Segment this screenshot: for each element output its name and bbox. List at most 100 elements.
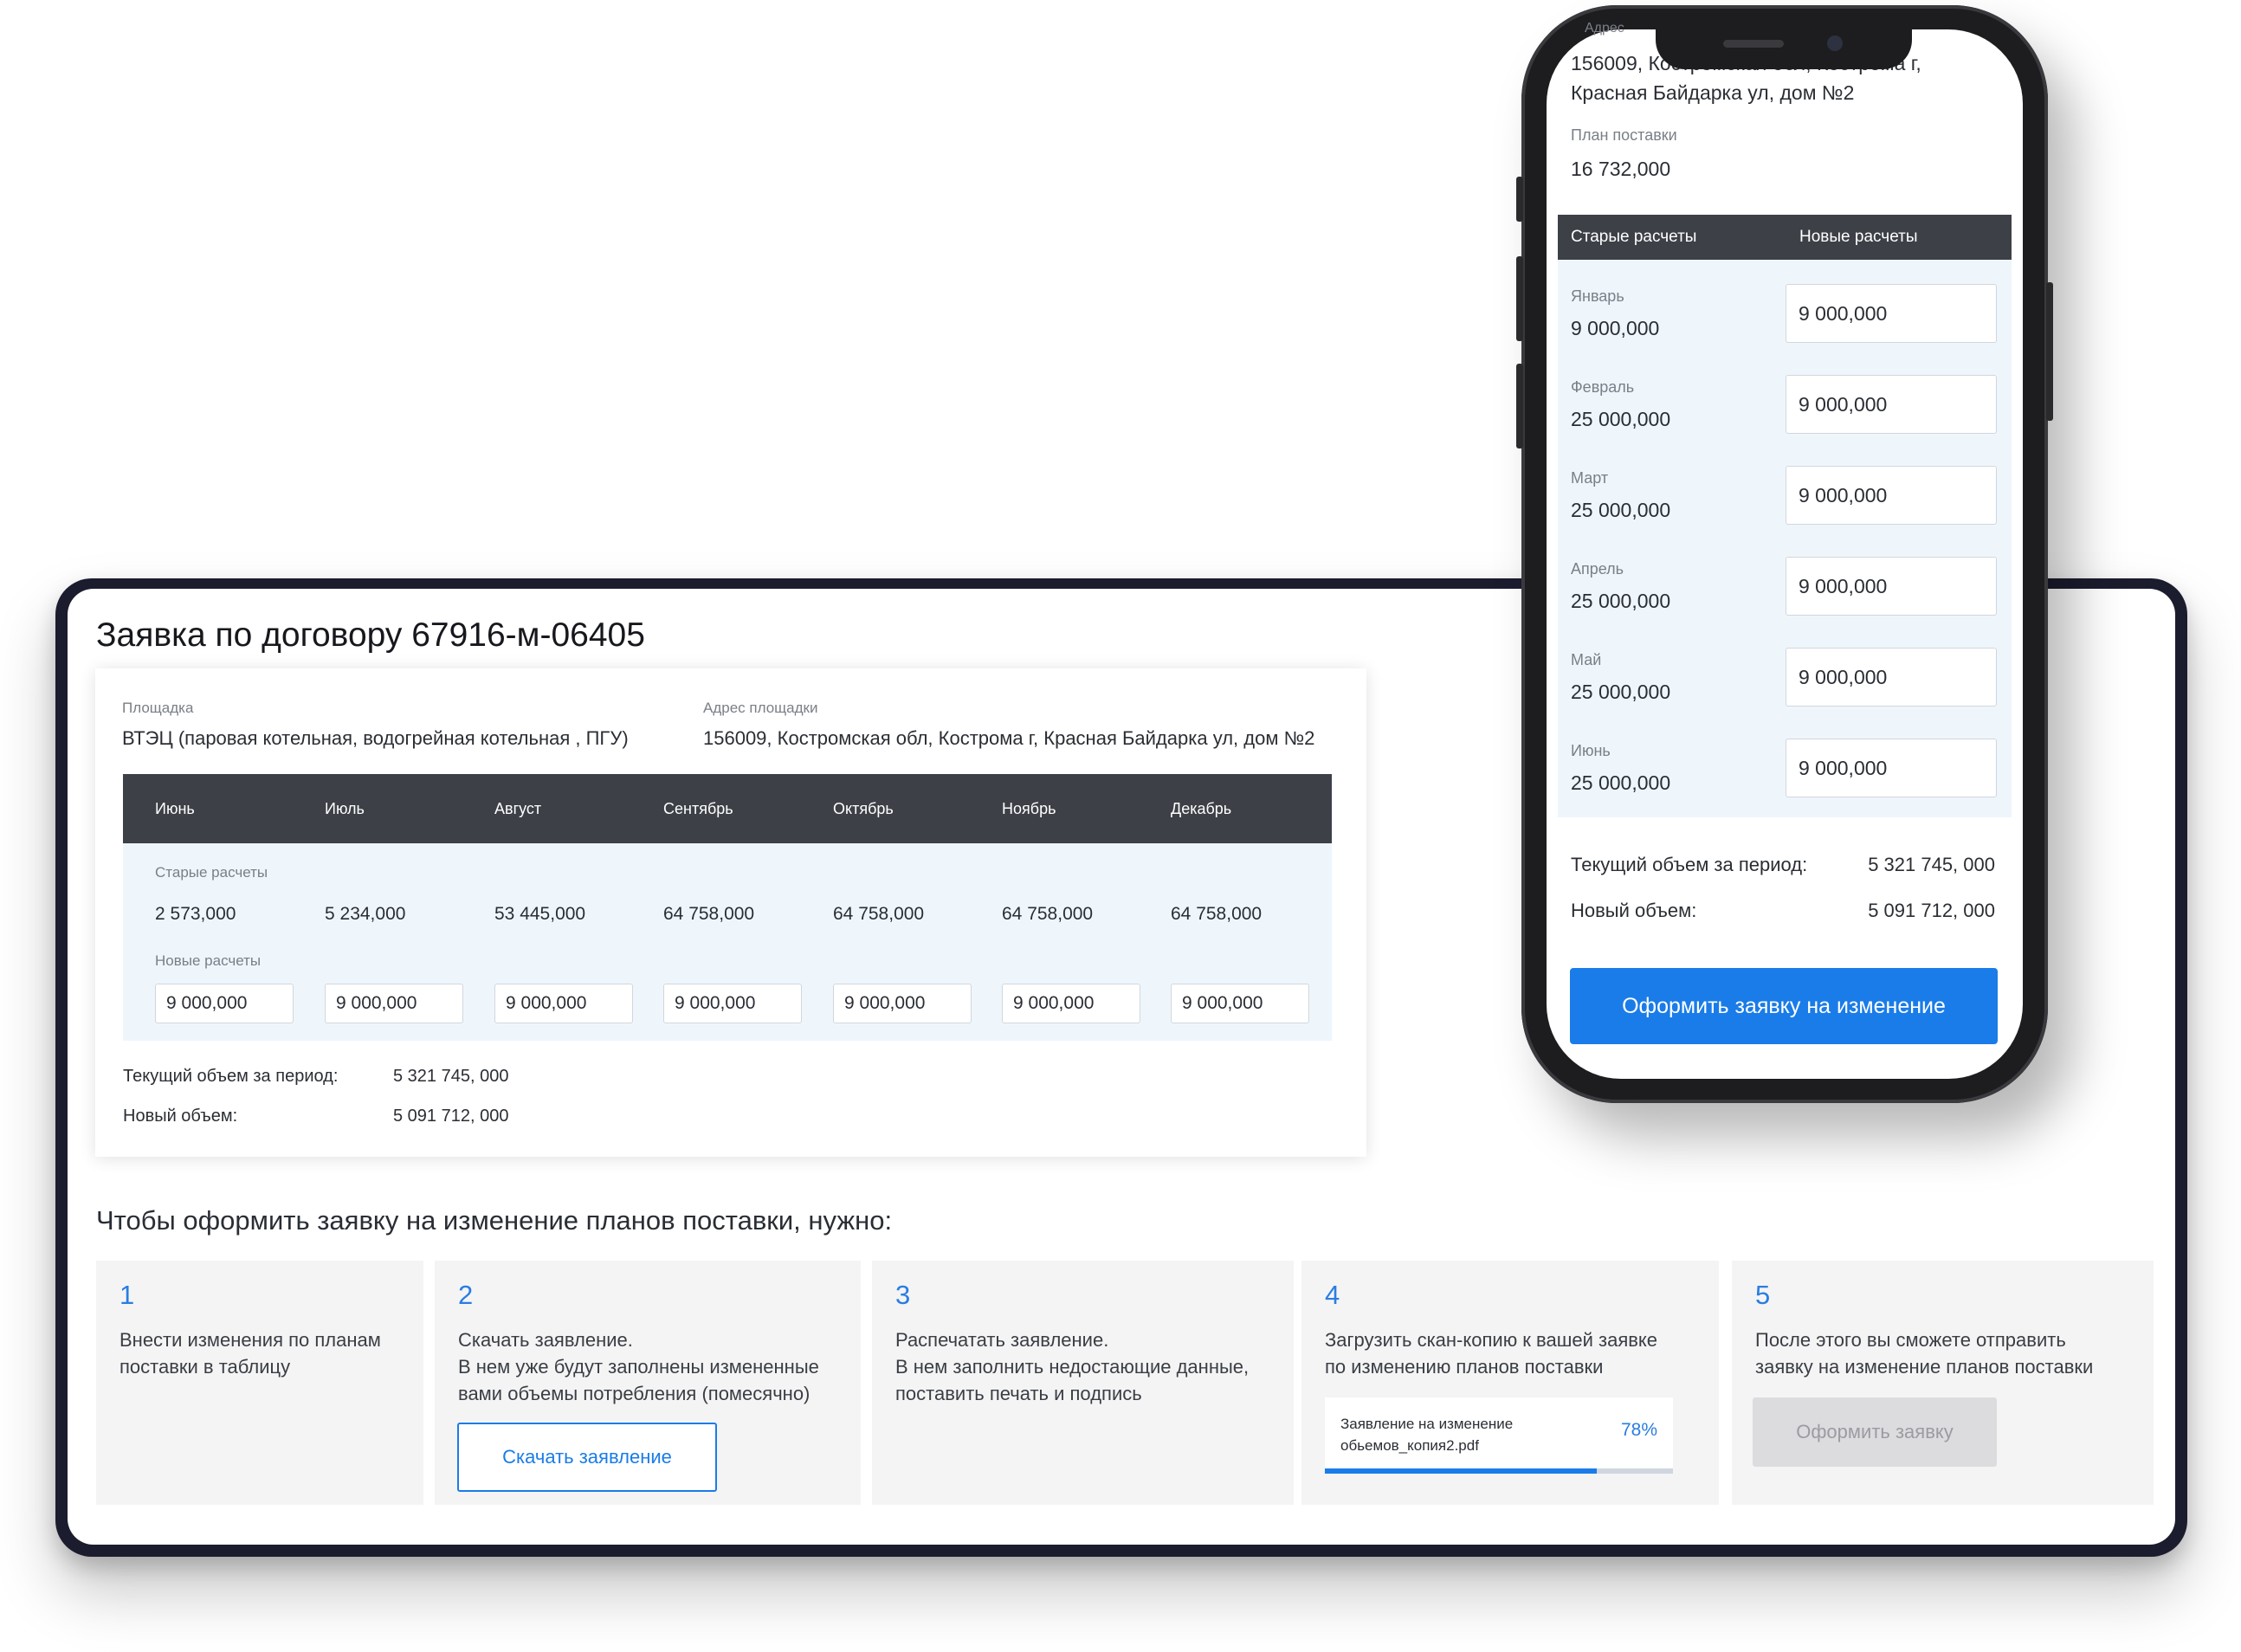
new-calc-label: Новые расчеты	[155, 952, 262, 969]
download-application-button[interactable]: Скачать заявление	[457, 1423, 717, 1492]
new-value-input[interactable]: 9 000,000	[155, 984, 294, 1023]
step-number: 5	[1755, 1280, 1771, 1310]
row-new-input[interactable]: 9 000,000	[1786, 648, 1997, 707]
upload-percent: 78%	[1620, 1420, 1657, 1440]
row-month: Июнь	[1571, 742, 1611, 759]
new-value-input[interactable]: 9 000,000	[833, 984, 972, 1023]
row-old-value: 25 000,000	[1571, 771, 1671, 794]
page-title: Заявка по договору 67916-м-06405	[96, 616, 645, 654]
phone-camera	[1827, 35, 1843, 51]
step-number: 4	[1325, 1280, 1340, 1310]
steps-heading: Чтобы оформить заявку на изменение плано…	[96, 1205, 893, 1236]
step-description: Внести изменения по планам поставки в та…	[119, 1326, 381, 1380]
phone-new-volume-label: Новый объем:	[1571, 900, 1697, 921]
old-value: 64 758,000	[1171, 904, 1263, 924]
new-volume-label: Новый объем:	[123, 1107, 238, 1126]
months-table-header: Июнь Июль Август Сентябрь Октябрь Ноябрь…	[123, 774, 1332, 843]
phone-address-label: Адрес	[1585, 21, 1624, 35]
row-new-input[interactable]: 9 000,000	[1786, 739, 1997, 797]
step-description: После этого вы сможете отправить заявку …	[1755, 1326, 2093, 1380]
phone-address-line: Красная Байдарка ул, дом №2	[1571, 81, 1855, 104]
row-old-value: 25 000,000	[1571, 499, 1671, 521]
month-header: Декабрь	[1171, 800, 1232, 817]
month-header: Август	[494, 800, 542, 817]
step-card-1: 1 Внести изменения по планам поставки в …	[96, 1261, 423, 1505]
old-value: 2 573,000	[155, 904, 236, 924]
site-label: Площадка	[122, 700, 194, 716]
upload-progress-track	[1325, 1468, 1673, 1474]
month-header: Октябрь	[833, 800, 894, 817]
step-description: Распечатать заявление. В нем заполнить н…	[895, 1326, 1249, 1407]
upload-progress-fill	[1325, 1468, 1597, 1474]
row-new-input[interactable]: 9 000,000	[1786, 375, 1997, 434]
month-header: Сентябрь	[663, 800, 733, 817]
new-value-input[interactable]: 9 000,000	[1002, 984, 1140, 1023]
step-text-line: Внести изменения по планам	[119, 1329, 381, 1351]
file-upload-item[interactable]: Заявление на изменение обьемов_копия2.pd…	[1325, 1397, 1673, 1474]
submit-request-button-disabled[interactable]: Оформить заявку	[1753, 1397, 1997, 1467]
row-month: Апрель	[1571, 560, 1624, 578]
step-text-line: Скачать заявление.	[458, 1329, 633, 1351]
row-old-value: 9 000,000	[1571, 317, 1660, 339]
old-calc-label: Старые расчеты	[155, 864, 268, 881]
months-table-body: Старые расчеты 2 573,000 5 234,000 53 44…	[123, 843, 1332, 1041]
phone-table-header: Старые расчеты Новые расчеты	[1558, 215, 2012, 260]
step-number: 3	[895, 1280, 911, 1310]
current-volume-label: Текущий объем за период:	[123, 1067, 339, 1086]
row-month: Февраль	[1571, 378, 1635, 396]
plan-value: 16 732,000	[1571, 158, 1671, 180]
row-old-value: 25 000,000	[1571, 590, 1671, 612]
phone-new-volume-value: 5 091 712, 000	[1868, 900, 1995, 921]
address-value: 156009, Костромская обл, Кострома г, Кра…	[703, 727, 1315, 749]
new-value-input[interactable]: 9 000,000	[663, 984, 802, 1023]
step-text-line: вами объемы потребления (помесячно)	[458, 1383, 811, 1404]
current-volume-value: 5 321 745, 000	[393, 1067, 509, 1086]
step-text-line: по изменению планов поставки	[1325, 1356, 1604, 1378]
step-text-line: поставить печать и подпись	[895, 1383, 1142, 1404]
step-description: Скачать заявление. В нем уже будут запол…	[458, 1326, 819, 1407]
phone-table-body	[1558, 260, 2012, 817]
col-old-header: Старые расчеты	[1571, 228, 1697, 246]
old-value: 64 758,000	[1002, 904, 1094, 924]
step-text-line: Загрузить скан-копию к вашей заявке	[1325, 1329, 1658, 1351]
phone-current-volume-value: 5 321 745, 000	[1868, 854, 1995, 875]
row-new-input[interactable]: 9 000,000	[1786, 284, 1997, 343]
phone-side-button	[1516, 364, 1523, 448]
site-value: ВТЭЦ (паровая котельная, водогрейная кот…	[122, 727, 629, 749]
step-number: 2	[458, 1280, 474, 1310]
new-value-input[interactable]: 9 000,000	[494, 984, 633, 1023]
step-text-line: заявку на изменение планов поставки	[1755, 1356, 2094, 1378]
step-text-line: В нем уже будут заполнены измененные	[458, 1356, 819, 1378]
row-old-value: 25 000,000	[1571, 408, 1671, 430]
col-new-header: Новые расчеты	[1799, 228, 1918, 246]
old-value: 53 445,000	[494, 904, 586, 924]
step-description: Загрузить скан-копию к вашей заявке по и…	[1325, 1326, 1657, 1380]
plan-label: План поставки	[1571, 126, 1677, 144]
row-month: Январь	[1571, 287, 1624, 305]
step-card-3: 3 Распечатать заявление. В нем заполнить…	[872, 1261, 1294, 1505]
phone-side-button	[2046, 282, 2053, 421]
step-number: 1	[119, 1280, 135, 1310]
phone-current-volume-label: Текущий объем за период:	[1571, 854, 1808, 875]
month-header: Ноябрь	[1002, 800, 1056, 817]
submit-change-request-button[interactable]: Оформить заявку на изменение	[1570, 968, 1998, 1044]
month-header: Июль	[325, 800, 365, 817]
new-value-input[interactable]: 9 000,000	[1171, 984, 1309, 1023]
phone-side-button	[1516, 256, 1523, 341]
address-label: Адрес площадки	[703, 700, 818, 716]
row-new-input[interactable]: 9 000,000	[1786, 466, 1997, 525]
phone-speaker	[1723, 40, 1784, 48]
old-value: 5 234,000	[325, 904, 406, 924]
row-new-input[interactable]: 9 000,000	[1786, 557, 1997, 616]
step-text-line: поставки в таблицу	[119, 1356, 291, 1378]
step-text-line: После этого вы сможете отправить	[1755, 1329, 2066, 1351]
row-old-value: 25 000,000	[1571, 681, 1671, 703]
upload-file-name: Заявление на изменение обьемов_копия2.pd…	[1340, 1413, 1513, 1456]
row-month: Март	[1571, 469, 1609, 487]
phone-side-button	[1516, 177, 1523, 222]
row-month: Май	[1571, 651, 1602, 668]
new-value-input[interactable]: 9 000,000	[325, 984, 463, 1023]
step-text-line: В нем заполнить недостающие данные,	[895, 1356, 1250, 1378]
new-volume-value: 5 091 712, 000	[393, 1107, 509, 1126]
step-card-5: 5 После этого вы сможете отправить заявк…	[1732, 1261, 2154, 1505]
